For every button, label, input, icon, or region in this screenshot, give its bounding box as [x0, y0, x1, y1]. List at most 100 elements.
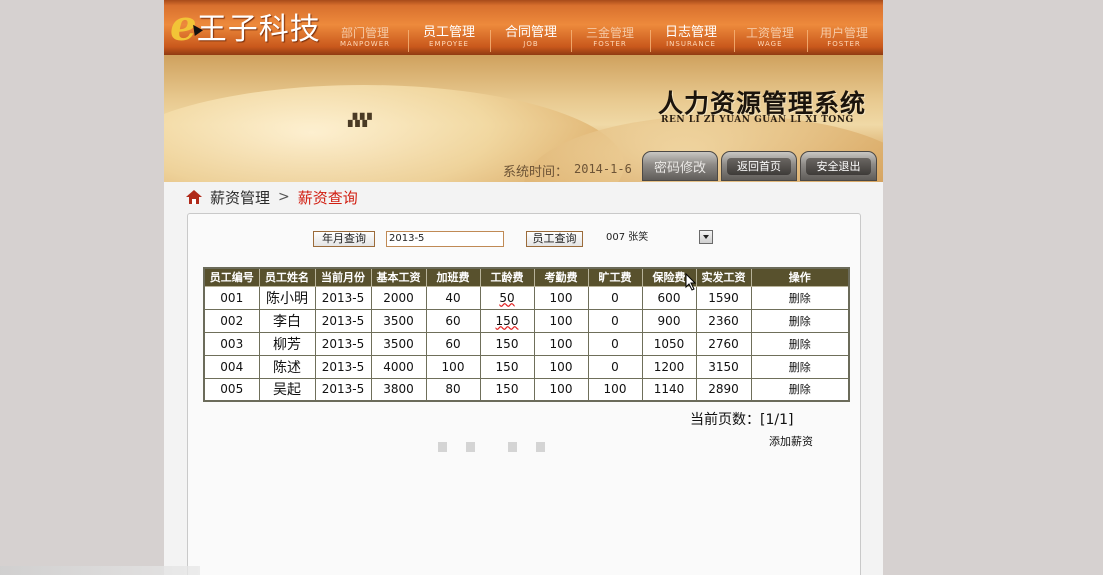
delete-link[interactable]: 删除 — [750, 285, 850, 310]
system-time-value: 2014-1-6 — [574, 162, 632, 176]
page-indicator: 当前页数：[1/1] — [690, 412, 794, 428]
back-home-label: 返回首页 — [727, 158, 791, 175]
cell-overtime: 40 — [425, 285, 481, 310]
cell-month: 2013-5 — [314, 285, 372, 310]
cell-overtime: 80 — [425, 377, 481, 402]
status-bar — [0, 566, 200, 575]
prev-page-icon[interactable] — [466, 442, 475, 452]
cell-net-salary: 2760 — [695, 331, 752, 356]
logout-label: 安全退出 — [806, 158, 871, 175]
seniority-value: 50 — [499, 290, 515, 305]
next-page-icon[interactable] — [508, 442, 517, 452]
add-salary-link[interactable]: 添加薪资 — [769, 433, 813, 449]
cell-attendance: 100 — [533, 354, 589, 379]
column-header: 基本工资 — [370, 267, 427, 287]
nav-sub: MANPOWER — [339, 40, 390, 48]
system-time-label: 系统时间： — [503, 165, 569, 180]
logo-text: 王子科技 — [196, 12, 321, 47]
breadcrumb-parent[interactable]: 薪资管理 — [210, 187, 270, 208]
nav-label: 用户管理 — [819, 26, 868, 40]
nav-label: 部门管理 — [340, 26, 389, 40]
delete-link[interactable]: 删除 — [750, 308, 850, 333]
nav-item-wage[interactable]: 工资管理 WAGE — [740, 26, 800, 53]
month-query-button[interactable]: 年月查询 — [313, 231, 375, 247]
salary-table: 员工编号 员工姓名 当前月份 基本工资 加班费 工龄费 考勤费 旷工费 保险费 … — [203, 267, 850, 402]
cell-insurance: 1140 — [641, 377, 697, 402]
cell-attendance: 100 — [533, 308, 589, 333]
cell-name: 李白 — [258, 308, 316, 333]
table-row: 001 陈小明 2013-5 2000 40 50 100 0 600 1590… — [203, 285, 850, 310]
change-password-label: 密码修改 — [653, 161, 706, 176]
nav-item-employee[interactable]: 员工管理 EMPOYEE — [416, 26, 482, 53]
camel-caravan-icon: ▞▞▞ — [348, 113, 372, 127]
cell-absence: 0 — [587, 354, 643, 379]
cell-overtime: 60 — [425, 308, 481, 333]
seniority-value: 150 — [495, 313, 519, 328]
nav-divider — [408, 30, 409, 52]
table-row: 004 陈述 2013-5 4000 100 150 100 0 1200 31… — [203, 354, 850, 379]
cell-seniority: 150 — [479, 331, 535, 356]
system-subtitle: REN LI ZI YUAN GUAN LI XI TONG — [661, 115, 854, 125]
chevron-down-icon[interactable] — [699, 230, 713, 244]
column-header: 考勤费 — [533, 267, 589, 287]
employee-select[interactable]: 007 张笑 — [606, 230, 716, 246]
delete-link[interactable]: 删除 — [750, 354, 850, 379]
nav-sub: FOSTER — [827, 40, 861, 48]
cell-attendance: 100 — [533, 377, 589, 402]
cell-absence: 0 — [587, 308, 643, 333]
cell-base-salary: 2000 — [370, 285, 427, 310]
nav-sub: INSURANCE — [666, 40, 716, 48]
nav-sub: WAGE — [757, 40, 783, 48]
table-row: 005 吴起 2013-5 3800 80 150 100 100 1140 2… — [203, 377, 850, 402]
column-header: 员工编号 — [203, 267, 260, 287]
breadcrumb-separator: > — [278, 189, 290, 205]
nav-item-log[interactable]: 日志管理 INSURANCE — [656, 26, 726, 53]
cell-name: 柳芳 — [258, 331, 316, 356]
cell-seniority: 50 — [479, 285, 535, 310]
cell-seniority: 150 — [479, 354, 535, 379]
cell-insurance: 900 — [641, 308, 697, 333]
nav-item-department[interactable]: 部门管理 MANPOWER — [334, 26, 396, 53]
delete-link[interactable]: 删除 — [750, 377, 850, 402]
nav-item-user[interactable]: 用户管理 FOSTER — [812, 26, 876, 53]
cell-month: 2013-5 — [314, 331, 372, 356]
month-input[interactable]: 2013-5 — [386, 231, 504, 247]
cell-absence: 0 — [587, 285, 643, 310]
nav-divider — [650, 30, 651, 52]
home-icon[interactable] — [186, 190, 202, 204]
cell-overtime: 100 — [425, 354, 481, 379]
nav-sub: JOB — [523, 40, 539, 48]
employee-query-button[interactable]: 员工查询 — [526, 231, 583, 247]
cell-month: 2013-5 — [314, 354, 372, 379]
nav-item-fund[interactable]: 三金管理 FOSTER — [578, 26, 642, 53]
cell-id: 004 — [203, 354, 260, 379]
content-panel: 年月查询 2013-5 员工查询 007 张笑 员工编号 员工姓名 当前月份 基… — [187, 213, 861, 575]
table-row: 003 柳芳 2013-5 3500 60 150 100 0 1050 276… — [203, 331, 850, 356]
first-page-icon[interactable] — [438, 442, 447, 452]
cell-insurance: 1200 — [641, 354, 697, 379]
employee-select-value: 007 张笑 — [606, 232, 649, 243]
cell-insurance: 1050 — [641, 331, 697, 356]
nav-label: 三金管理 — [585, 26, 634, 40]
column-header: 当前月份 — [314, 267, 372, 287]
last-page-icon[interactable] — [536, 442, 545, 452]
column-header: 实发工资 — [695, 267, 752, 287]
cell-base-salary: 3500 — [370, 331, 427, 356]
change-password-button[interactable]: 密码修改 — [642, 151, 718, 181]
nav-divider — [807, 30, 808, 52]
cell-net-salary: 3150 — [695, 354, 752, 379]
delete-link[interactable]: 删除 — [750, 331, 850, 356]
table-row: 002 李白 2013-5 3500 60 150 100 0 900 2360… — [203, 308, 850, 333]
pager-controls — [438, 442, 548, 456]
column-header: 工龄费 — [479, 267, 535, 287]
cell-id: 005 — [203, 377, 260, 402]
nav-label: 工资管理 — [745, 26, 794, 40]
nav-item-contract[interactable]: 合同管理 JOB — [498, 26, 564, 53]
back-home-button[interactable]: 返回首页 — [721, 151, 797, 181]
cell-overtime: 60 — [425, 331, 481, 356]
cell-name: 陈述 — [258, 354, 316, 379]
nav-label: 日志管理 — [664, 25, 717, 40]
breadcrumb: 薪资管理 > 薪资查询 — [186, 186, 358, 208]
column-header: 员工姓名 — [258, 267, 316, 287]
logout-button[interactable]: 安全退出 — [800, 151, 877, 181]
